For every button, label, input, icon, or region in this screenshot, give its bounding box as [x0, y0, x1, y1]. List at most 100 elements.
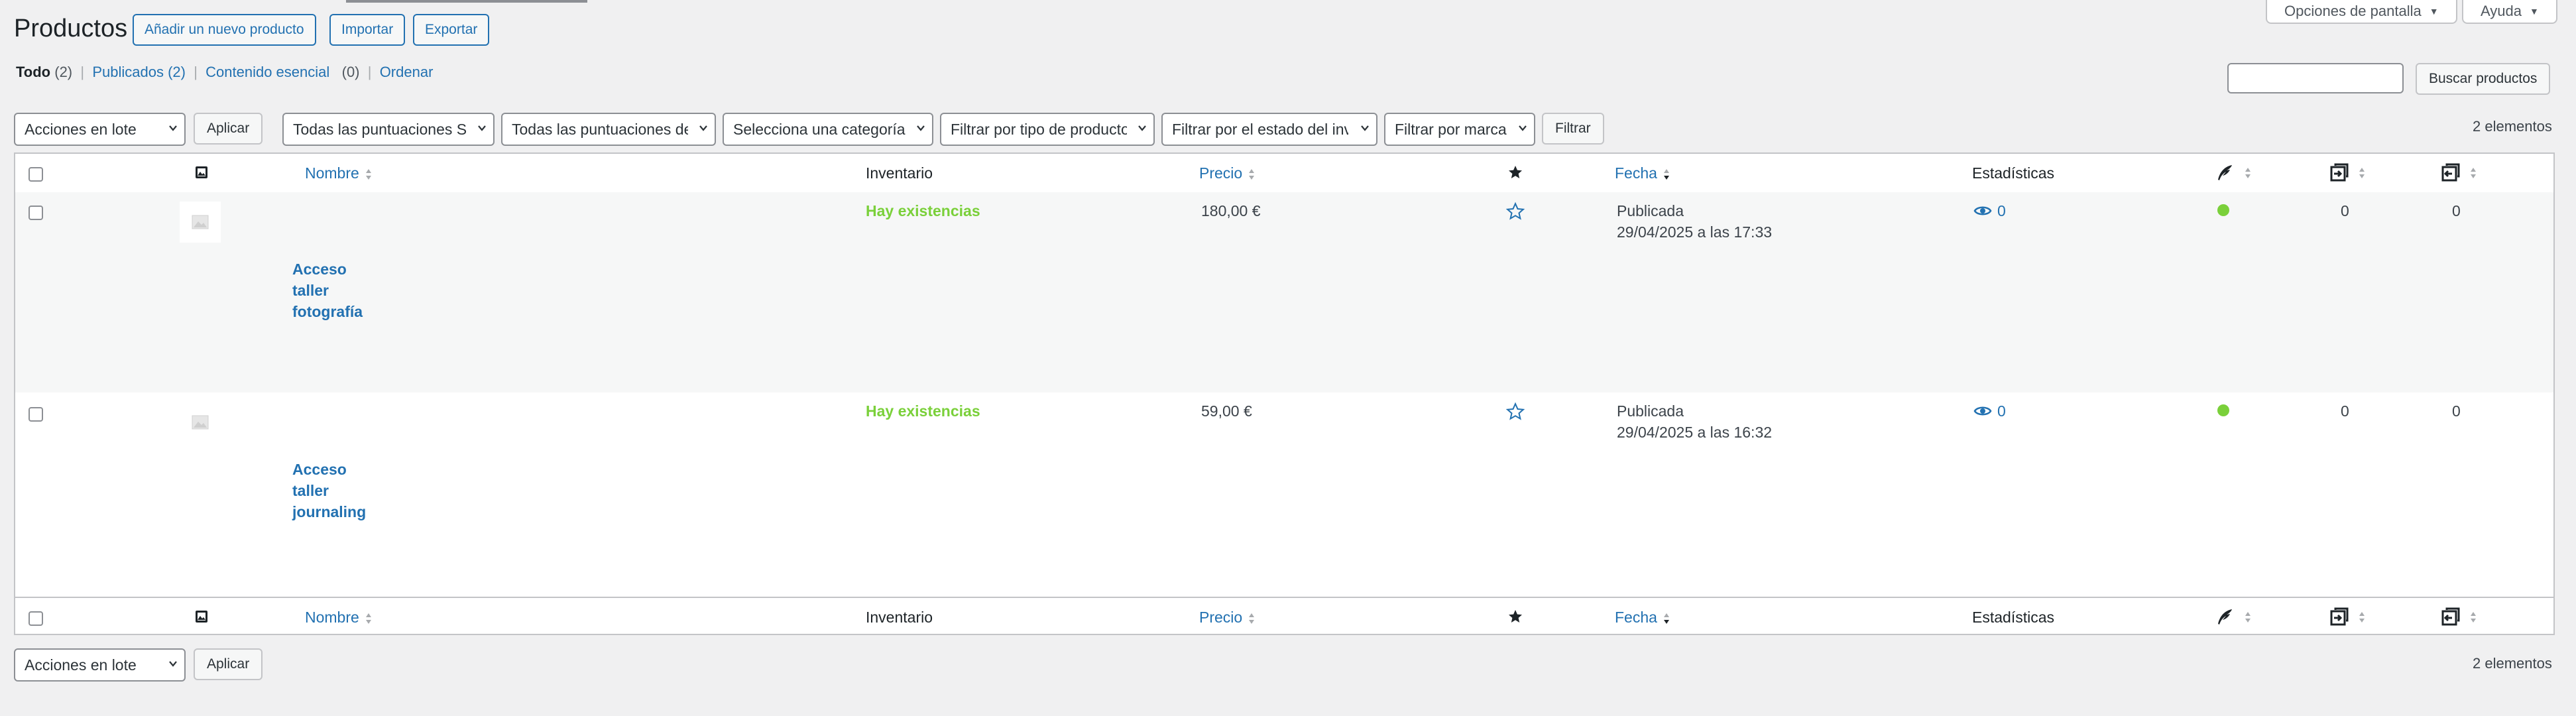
- category-filter[interactable]: Selecciona una categoría: [723, 113, 933, 146]
- publish-status: Publicada: [1617, 202, 1684, 219]
- sort-icon: [2245, 168, 2251, 178]
- import-button[interactable]: Importar: [329, 14, 406, 46]
- export-button[interactable]: Exportar: [413, 14, 490, 46]
- stock-status-filter[interactable]: Filtrar por el estado del inventario: [1161, 113, 1377, 146]
- product-name-link[interactable]: Acceso taller journaling: [292, 459, 366, 522]
- stock-status-filter-value: Filtrar por el estado del inventario: [1172, 120, 1348, 138]
- dropdown-arrow-icon: ▼: [2529, 6, 2539, 17]
- column-links-out-header[interactable]: [2440, 163, 2477, 187]
- row-checkbox[interactable]: [29, 407, 43, 422]
- views-count: 0: [1997, 402, 2006, 420]
- column-price-footer[interactable]: Precio: [1199, 607, 1256, 628]
- select-all-checkbox-footer[interactable]: [29, 611, 43, 626]
- view-sort-link[interactable]: Ordenar: [380, 64, 434, 80]
- column-links-in-footer[interactable]: [2329, 607, 2366, 631]
- incoming-links-count: 0: [2341, 202, 2349, 219]
- screen-options-label: Opciones de pantalla: [2284, 3, 2422, 19]
- view-all-count: (2): [54, 64, 73, 80]
- help-button[interactable]: Ayuda ▼: [2462, 0, 2557, 24]
- sort-icon: [1249, 613, 1255, 624]
- chevron-down-icon: [1519, 125, 1527, 131]
- items-count-bottom: 2 elementos: [2473, 655, 2552, 672]
- view-filters: Todo (2) | Publicados (2) | Contenido es…: [16, 64, 434, 80]
- category-filter-value: Selecciona una categoría: [733, 120, 906, 138]
- featured-star-icon[interactable]: [1507, 609, 1523, 625]
- apply-bulk-button[interactable]: Aplicar: [194, 113, 263, 145]
- table-header: Nombre Inventario Precio Fecha Estadísti…: [15, 154, 2553, 194]
- featured-star-outline-icon[interactable]: [1505, 202, 1525, 221]
- column-date-header[interactable]: Fecha: [1615, 162, 1670, 184]
- view-published-link[interactable]: Publicados: [92, 64, 164, 80]
- image-icon: [196, 611, 207, 623]
- table-row: Acceso taller journaling Hay existencias…: [15, 392, 2553, 593]
- filter-button[interactable]: Filtrar: [1542, 113, 1604, 145]
- product-type-filter[interactable]: Filtrar por tipo de producto: [940, 113, 1155, 146]
- product-name-link[interactable]: Acceso taller fotografía: [292, 259, 363, 322]
- chevron-down-icon: [1138, 125, 1146, 131]
- incoming-links-icon: [2330, 607, 2349, 626]
- placeholder-image-icon: [192, 415, 209, 430]
- stats-views-link[interactable]: 0: [1973, 200, 2006, 221]
- product-name-line: taller: [292, 282, 329, 299]
- sort-icon: [365, 613, 371, 624]
- column-name-header[interactable]: Nombre: [305, 162, 373, 184]
- product-thumbnail[interactable]: [180, 402, 221, 443]
- search-input[interactable]: [2227, 63, 2404, 93]
- seo-score-dot: [2217, 404, 2229, 416]
- column-inventory-footer: Inventario: [866, 609, 933, 626]
- view-all-link[interactable]: Todo: [16, 64, 50, 80]
- brand-filter[interactable]: Filtrar por marca: [1384, 113, 1535, 146]
- column-date-footer[interactable]: Fecha: [1615, 607, 1670, 628]
- ratings-filter-2[interactable]: Todas las puntuaciones de: [501, 113, 716, 146]
- brand-filter-value: Filtrar por marca: [1395, 120, 1507, 138]
- row-checkbox[interactable]: [29, 206, 43, 220]
- outgoing-links-count: 0: [2452, 202, 2461, 219]
- product-price: 180,00 €: [1201, 202, 1261, 219]
- column-links-out-footer[interactable]: [2440, 607, 2477, 631]
- eye-icon: [1973, 206, 1992, 215]
- incoming-links-count: 0: [2341, 402, 2349, 420]
- column-price-label: Precio: [1199, 609, 1243, 626]
- search-products-button[interactable]: Buscar productos: [2416, 63, 2551, 95]
- ratings-filter-2-value: Todas las puntuaciones de: [512, 120, 688, 138]
- column-price-label: Precio: [1199, 164, 1243, 182]
- column-name-label: Nombre: [305, 164, 359, 182]
- bulk-actions-value: Acciones en lote: [25, 656, 137, 674]
- add-new-product-button[interactable]: Añadir un nuevo producto: [133, 14, 316, 46]
- view-essential-link[interactable]: Contenido esencial: [205, 64, 329, 80]
- product-name-line: fotografía: [292, 303, 363, 320]
- chevron-down-icon: [478, 125, 486, 131]
- sort-icon: [1249, 168, 1255, 180]
- column-links-in-header[interactable]: [2329, 163, 2366, 187]
- bulk-actions-select-bottom[interactable]: Acciones en lote: [14, 648, 186, 682]
- view-essential-count: (0): [341, 64, 360, 80]
- column-name-label: Nombre: [305, 609, 359, 626]
- screen-options-button[interactable]: Opciones de pantalla ▼: [2266, 0, 2457, 24]
- product-thumbnail[interactable]: [180, 202, 221, 243]
- seo-score-dot: [2217, 204, 2229, 216]
- chevron-down-icon: [169, 661, 177, 667]
- featured-star-outline-icon[interactable]: [1505, 402, 1525, 422]
- sort-desc-icon: [1663, 168, 1669, 180]
- column-name-footer[interactable]: Nombre: [305, 607, 373, 628]
- sort-icon: [2245, 612, 2251, 623]
- column-stats-header: Estadísticas: [1972, 164, 2054, 182]
- product-type-filter-value: Filtrar por tipo de producto: [951, 120, 1127, 138]
- column-seo-header[interactable]: [2215, 163, 2252, 187]
- chevron-down-icon: [699, 125, 707, 131]
- product-price: 59,00 €: [1201, 402, 1252, 420]
- chevron-down-icon: [169, 125, 177, 131]
- column-price-header[interactable]: Precio: [1199, 162, 1256, 184]
- stats-views-link[interactable]: 0: [1973, 400, 2006, 422]
- ratings-filter-1[interactable]: Todas las puntuaciones SE: [282, 113, 495, 146]
- apply-bulk-button-bottom[interactable]: Aplicar: [194, 648, 263, 680]
- page-title: Productos: [14, 15, 128, 42]
- featured-star-icon[interactable]: [1507, 164, 1523, 180]
- bulk-actions-select[interactable]: Acciones en lote: [14, 113, 186, 146]
- table-footer: Nombre Inventario Precio Fecha Estadísti…: [15, 597, 2553, 636]
- eye-icon: [1973, 406, 1992, 416]
- column-inventory-header: Inventario: [866, 164, 933, 182]
- column-seo-footer[interactable]: [2215, 607, 2252, 631]
- select-all-checkbox[interactable]: [29, 167, 43, 182]
- view-published-count: (2): [168, 64, 186, 80]
